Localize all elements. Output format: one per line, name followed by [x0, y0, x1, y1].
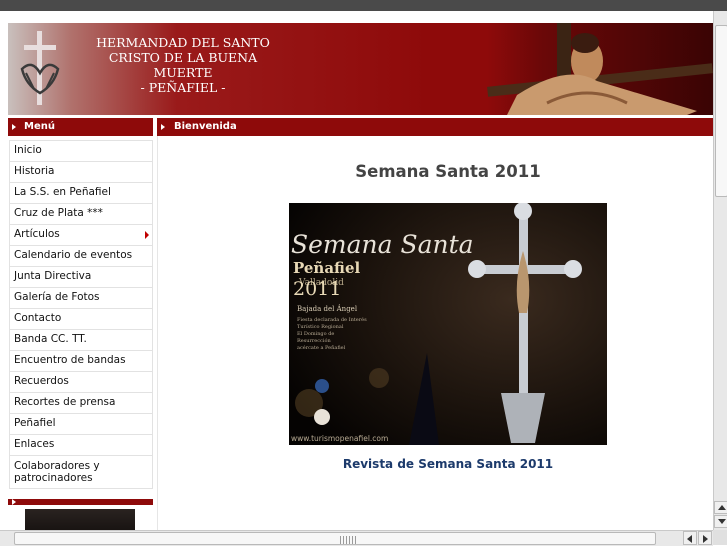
scroll-down-button[interactable] — [714, 515, 727, 528]
poster-town: Peñafiel — [293, 259, 360, 277]
scrollbar-corner — [713, 530, 727, 545]
semana-santa-poster-image[interactable]: Semana Santa Peñafiel Valladolid 2011 Ba… — [289, 203, 607, 445]
poster-event-desc: Turístico Regional — [297, 323, 344, 330]
menu-item-recuerdos[interactable]: Recuerdos — [10, 372, 152, 393]
menu-item-label: Recortes de prensa — [14, 396, 116, 408]
sidebar-thumbnail-image[interactable] — [25, 509, 135, 530]
menu-item-label: Encuentro de bandas — [14, 354, 126, 366]
menu-item-encuentro-bandas[interactable]: Encuentro de bandas — [10, 351, 152, 372]
menu-item-label: Peñafiel — [14, 417, 56, 429]
menu-item-label: La S.S. en Peñafiel — [14, 186, 111, 198]
header-title-line2: CRISTO DE LA BUENA MUERTE — [108, 50, 258, 80]
horizontal-scroll-thumb[interactable] — [14, 532, 656, 545]
sidebar: Inicio Historia La S.S. en Peñafiel Cruz… — [8, 136, 153, 530]
sidebar-section-bar — [8, 499, 153, 505]
menu-header-label: Menú — [24, 121, 55, 132]
content-header-label: Bienvenida — [174, 121, 237, 132]
menu-item-colaboradores[interactable]: Colaboradores y patrocinadores — [10, 456, 152, 488]
menu-item-label: Colaboradores y patrocinadores — [14, 460, 100, 484]
menu-item-historia[interactable]: Historia — [10, 162, 152, 183]
menu-item-calendario[interactable]: Calendario de eventos — [10, 246, 152, 267]
poster-event: Bajada del Ángel — [297, 304, 358, 313]
poster-year: 2011 — [293, 278, 341, 300]
menu-item-ss-penafiel[interactable]: La S.S. en Peñafiel — [10, 183, 152, 204]
menu-item-label: Historia — [14, 165, 55, 177]
submenu-arrow-icon — [145, 231, 149, 239]
menu-item-banda[interactable]: Banda CC. TT. — [10, 330, 152, 351]
scroll-left-button[interactable] — [683, 531, 697, 545]
poster-event-desc: Fiesta declarada de Interés — [297, 316, 367, 323]
menu-item-galeria[interactable]: Galería de Fotos — [10, 288, 152, 309]
revista-link[interactable]: Revista de Semana Santa 2011 — [158, 457, 713, 471]
scroll-right-button[interactable] — [698, 531, 712, 545]
content-header: Bienvenida — [157, 118, 713, 136]
menu-item-inicio[interactable]: Inicio — [10, 141, 152, 162]
menu-item-label: Galería de Fotos — [14, 291, 100, 303]
browser-top-strip — [0, 0, 727, 11]
menu-header: Menú — [8, 118, 153, 136]
page-heading: Semana Santa 2011 — [355, 162, 541, 181]
poster-event-desc: El Domingo de — [297, 331, 334, 337]
header-title-line3: - PEÑAFIEL - — [140, 80, 226, 95]
horizontal-scrollbar[interactable] — [0, 530, 713, 546]
arrow-right-icon — [703, 535, 708, 543]
menu-item-contacto[interactable]: Contacto — [10, 309, 152, 330]
grip-icon — [340, 536, 358, 544]
arrow-right-icon — [161, 124, 165, 130]
menu-item-label: Contacto — [14, 312, 62, 324]
menu-item-label: Calendario de eventos — [14, 249, 133, 261]
arrow-left-icon — [687, 535, 692, 543]
nav-menu: Inicio Historia La S.S. en Peñafiel Cruz… — [9, 140, 153, 489]
poster-event-desc: acércate a Peñafiel — [297, 344, 346, 351]
vertical-scroll-thumb[interactable] — [715, 25, 727, 197]
menu-item-articulos[interactable]: Artículos — [10, 225, 152, 246]
menu-item-enlaces[interactable]: Enlaces — [10, 435, 152, 456]
arrow-right-icon — [12, 124, 16, 130]
menu-item-label: Inicio — [14, 144, 42, 156]
web-page: HERMANDAD DEL SANTO CRISTO DE LA BUENA M… — [0, 11, 713, 530]
header-title-line1: HERMANDAD DEL SANTO — [96, 35, 270, 50]
menu-item-recortes-prensa[interactable]: Recortes de prensa — [10, 393, 152, 414]
menu-item-label: Artículos — [14, 228, 60, 240]
menu-item-penafiel[interactable]: Peñafiel — [10, 414, 152, 435]
cross-emblem-icon — [20, 31, 60, 105]
scroll-up-button[interactable] — [714, 501, 727, 514]
site-header: HERMANDAD DEL SANTO CRISTO DE LA BUENA M… — [8, 23, 713, 115]
poster-url: www.turismopenafiel.com — [291, 434, 388, 443]
poster-event-desc: Resurrección — [297, 337, 331, 344]
crucified-christ-photo — [487, 23, 713, 115]
menu-item-label: Banda CC. TT. — [14, 333, 87, 345]
menu-item-label: Cruz de Plata *** — [14, 207, 103, 219]
poster-title: Semana Santa — [291, 230, 474, 259]
header-separator — [8, 115, 713, 117]
arrow-down-icon — [718, 519, 726, 524]
arrow-up-icon — [718, 505, 726, 510]
menu-item-label: Junta Directiva — [14, 270, 92, 282]
main-content: Semana Santa 2011 Semana Santa Peñafiel … — [157, 136, 713, 530]
menu-item-label: Recuerdos — [14, 375, 69, 387]
arrow-right-icon — [12, 499, 16, 505]
menu-item-cruz-de-plata[interactable]: Cruz de Plata *** — [10, 204, 152, 225]
menu-item-label: Enlaces — [14, 438, 55, 450]
vertical-scrollbar[interactable] — [713, 11, 727, 530]
menu-item-junta-directiva[interactable]: Junta Directiva — [10, 267, 152, 288]
